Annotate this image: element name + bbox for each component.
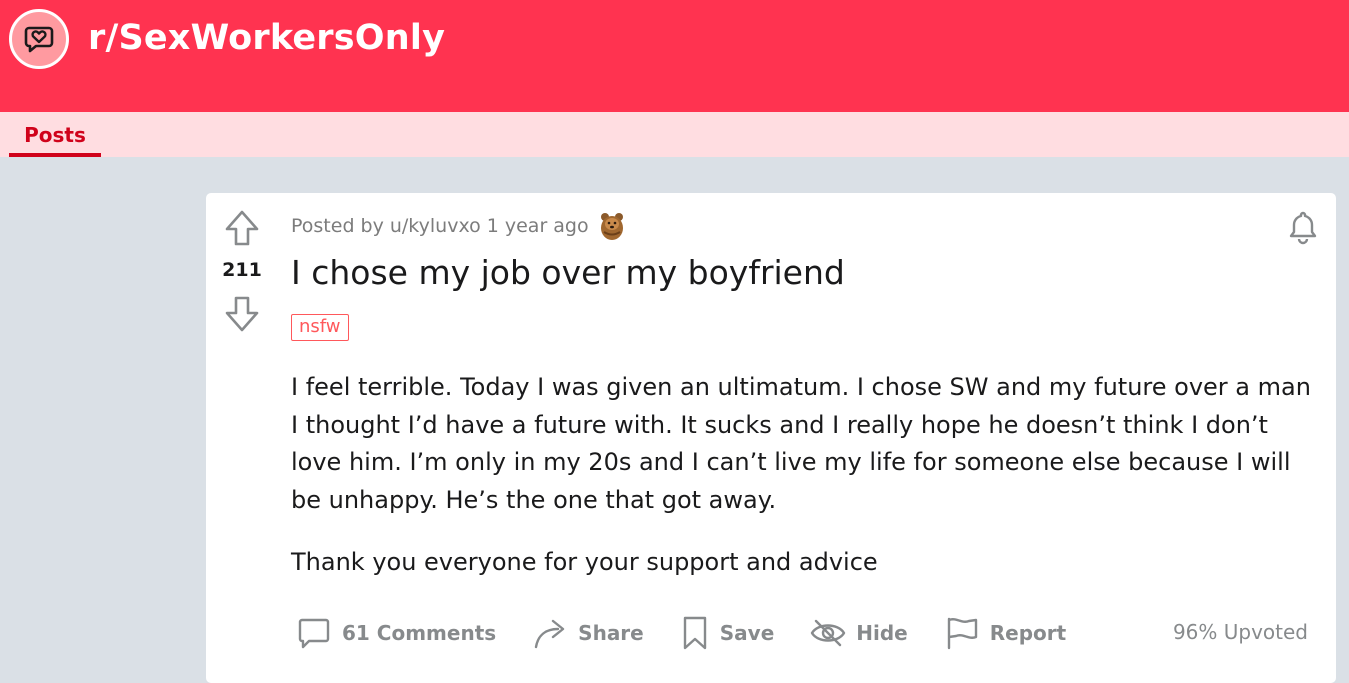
upvote-ratio: 96% Upvoted [1172,620,1308,644]
hide-label: Hide [856,621,908,645]
comments-button[interactable]: 61 Comments [296,615,496,651]
nsfw-flair: nsfw [291,314,349,341]
hide-button[interactable]: Hide [810,615,908,651]
subreddit-banner: r/SexWorkersOnly [0,0,1349,112]
save-button[interactable]: Save [680,615,775,651]
vote-count: 211 [222,259,262,281]
post-actions: 61 Comments Share Save Hide Report [296,611,1102,655]
post-body-paragraph: I feel terrible. Today I was given an ul… [291,373,1311,514]
chat-heart-icon [24,26,54,53]
downvote-arrow-icon[interactable] [224,295,260,333]
posted-by-label: Posted by [291,215,384,237]
post-body: I feel terrible. Today I was given an ul… [291,369,1311,582]
bear-award-icon[interactable] [599,211,625,241]
upvote-arrow-icon[interactable] [224,209,260,247]
post-card[interactable]: 211 Posted by u/kyluvxo 1 year ago I cho… [206,193,1336,683]
post-body-paragraph: Thank you everyone for your support and … [291,548,878,576]
post-timestamp[interactable]: 1 year ago [487,215,589,237]
subreddit-name[interactable]: r/SexWorkersOnly [88,18,445,58]
flag-icon [947,617,977,650]
tab-posts[interactable]: Posts [9,112,101,157]
share-arrow-icon [534,619,565,649]
post-meta: Posted by u/kyluvxo 1 year ago [291,211,625,241]
bookmark-icon [683,616,706,650]
subreddit-avatar[interactable] [9,9,69,69]
share-button[interactable]: Share [532,615,644,651]
author-link[interactable]: u/kyluvxo [390,215,481,237]
post-title[interactable]: I chose my job over my boyfriend [291,253,845,292]
comment-icon [298,618,330,649]
report-label: Report [989,621,1067,645]
subreddit-nav: Posts [0,112,1349,157]
comments-count: 61 Comments [342,621,497,645]
share-label: Share [578,621,644,645]
save-label: Save [719,621,775,645]
report-button[interactable]: Report [944,615,1066,651]
eye-slash-icon [811,619,846,647]
notification-bell-icon[interactable] [1286,209,1320,245]
